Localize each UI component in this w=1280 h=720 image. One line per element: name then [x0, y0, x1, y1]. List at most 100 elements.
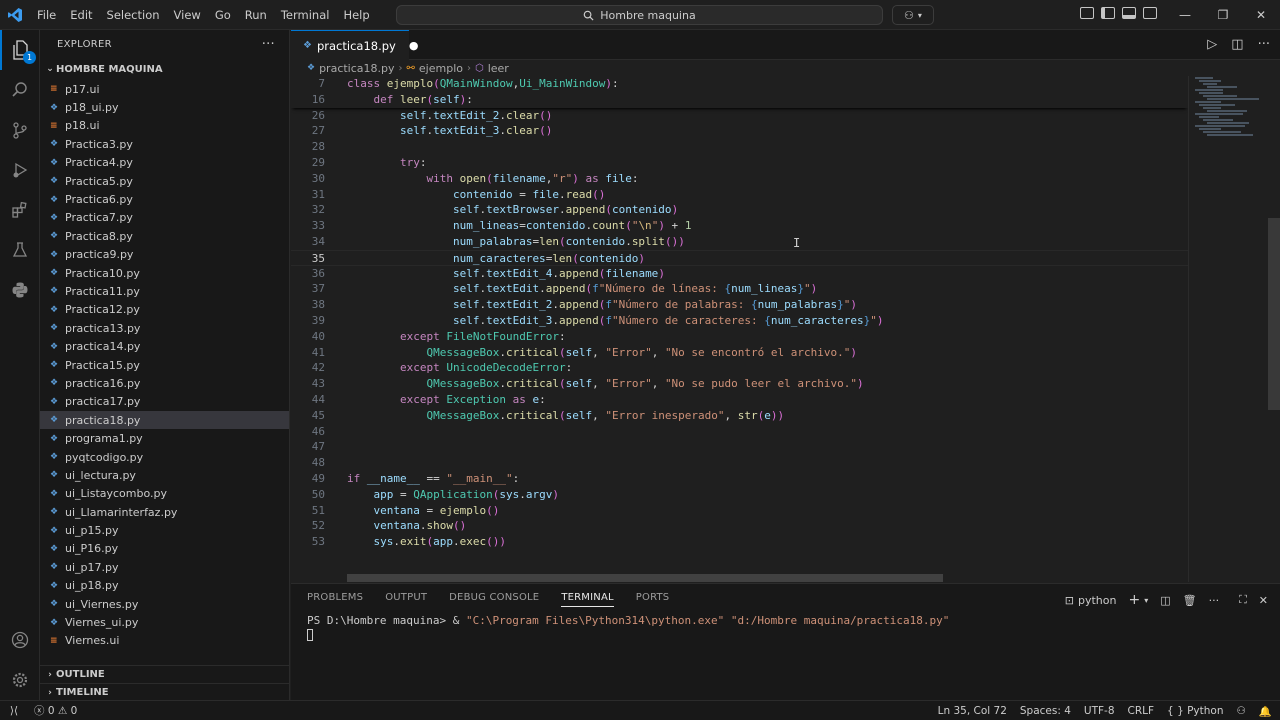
- tab-output[interactable]: OUTPUT: [385, 592, 427, 607]
- cursor-position[interactable]: Ln 35, Col 72: [938, 705, 1007, 717]
- file-item[interactable]: ≡ p18.ui: [40, 117, 289, 135]
- timeline-section[interactable]: › TIMELINE: [40, 683, 289, 701]
- menu-view[interactable]: View: [167, 0, 208, 30]
- file-item[interactable]: ❖ Practica8.py: [40, 227, 289, 245]
- indentation[interactable]: Spaces: 4: [1020, 705, 1071, 717]
- file-item[interactable]: ❖ Practica4.py: [40, 154, 289, 172]
- unsaved-dot-icon[interactable]: ●: [409, 39, 419, 52]
- split-terminal-icon[interactable]: ◫: [1160, 594, 1170, 607]
- run-file-icon[interactable]: ▷: [1207, 37, 1217, 52]
- file-item[interactable]: ❖ ui_Viernes.py: [40, 595, 289, 613]
- file-item[interactable]: ❖ Practica6.py: [40, 190, 289, 208]
- breadcrumb-class[interactable]: ejemplo: [419, 62, 463, 75]
- problems-indicator[interactable]: ⓧ 0 ⚠ 0: [34, 703, 77, 718]
- explorer-icon[interactable]: 1: [0, 30, 40, 70]
- menu-help[interactable]: Help: [336, 0, 376, 30]
- file-item[interactable]: ❖ practica14.py: [40, 337, 289, 355]
- settings-gear-icon[interactable]: [0, 660, 40, 700]
- maximize-panel-icon[interactable]: ⛶: [1239, 593, 1247, 607]
- file-item[interactable]: ❖ practica17.py: [40, 393, 289, 411]
- tab-terminal[interactable]: TERMINAL: [561, 592, 614, 607]
- menu-selection[interactable]: Selection: [100, 0, 167, 30]
- more-actions-icon[interactable]: ···: [262, 37, 275, 52]
- copilot-status-icon[interactable]: ⚇: [1237, 705, 1246, 717]
- command-center-search[interactable]: Hombre maquina: [396, 5, 883, 25]
- end-of-line[interactable]: CRLF: [1128, 705, 1155, 717]
- file-item[interactable]: ❖ ui_Listaycombo.py: [40, 485, 289, 503]
- more-actions-icon[interactable]: ···: [1209, 594, 1220, 607]
- minimize-icon[interactable]: —: [1166, 0, 1204, 30]
- tab-practica18[interactable]: ❖ practica18.py ●: [291, 30, 418, 60]
- terminal-profile[interactable]: python: [1078, 594, 1116, 607]
- file-item[interactable]: ❖ Practica5.py: [40, 172, 289, 190]
- minimap[interactable]: [1188, 76, 1268, 582]
- outline-section[interactable]: › OUTLINE: [40, 665, 289, 683]
- copilot-button[interactable]: ⚇ ▾: [892, 5, 934, 25]
- file-item[interactable]: ❖ practica9.py: [40, 246, 289, 264]
- file-item[interactable]: ❖ Practica3.py: [40, 135, 289, 153]
- source-control-icon[interactable]: [0, 110, 40, 150]
- file-item[interactable]: ❖ ui_Llamarinterfaz.py: [40, 503, 289, 521]
- file-item[interactable]: ❖ ui_p15.py: [40, 521, 289, 539]
- file-item[interactable]: ❖ p18_ui.py: [40, 98, 289, 116]
- file-item-label: Viernes_ui.py: [65, 616, 139, 630]
- breadcrumb-method[interactable]: leer: [488, 62, 509, 75]
- menu-file[interactable]: File: [30, 0, 63, 30]
- file-item[interactable]: ≡ p17.ui: [40, 80, 289, 98]
- accounts-icon[interactable]: [0, 620, 40, 660]
- trash-icon[interactable]: 🗑: [1183, 594, 1197, 607]
- file-item[interactable]: ❖ programa1.py: [40, 429, 289, 447]
- horizontal-scrollbar[interactable]: [347, 574, 943, 582]
- python-icon[interactable]: [0, 270, 40, 310]
- new-terminal-icon[interactable]: +: [1128, 592, 1140, 608]
- tab-problems[interactable]: PROBLEMS: [307, 592, 363, 607]
- menu-run[interactable]: Run: [238, 0, 274, 30]
- file-item[interactable]: ❖ Practica7.py: [40, 209, 289, 227]
- file-item[interactable]: ❖ Practica10.py: [40, 264, 289, 282]
- file-item[interactable]: ❖ Practica12.py: [40, 301, 289, 319]
- remote-indicator-icon[interactable]: ⟩⟨: [0, 701, 28, 720]
- language-mode[interactable]: { } Python: [1167, 705, 1223, 717]
- menu-terminal[interactable]: Terminal: [274, 0, 337, 30]
- explorer-badge: 1: [23, 51, 36, 64]
- panel-tabs: PROBLEMS OUTPUT DEBUG CONSOLE TERMINAL PORTS: [307, 592, 669, 607]
- file-item[interactable]: ❖ ui_lectura.py: [40, 466, 289, 484]
- menu-go[interactable]: Go: [208, 0, 238, 30]
- close-icon[interactable]: ✕: [1242, 0, 1280, 30]
- menu-edit[interactable]: Edit: [63, 0, 99, 30]
- toggle-panel-icon[interactable]: [1122, 7, 1136, 19]
- maximize-icon[interactable]: ❐: [1204, 0, 1242, 30]
- file-item[interactable]: ❖ Viernes_ui.py: [40, 613, 289, 631]
- file-item[interactable]: ❖ Practica15.py: [40, 356, 289, 374]
- search-icon[interactable]: [0, 70, 40, 110]
- close-icon[interactable]: ✕: [1259, 594, 1268, 607]
- file-item[interactable]: ❖ practica13.py: [40, 319, 289, 337]
- testing-icon[interactable]: [0, 230, 40, 270]
- file-item[interactable]: ❖ practica18.py: [40, 411, 289, 430]
- file-item[interactable]: ≡ Viernes.ui: [40, 632, 289, 650]
- split-editor-icon[interactable]: ◫: [1231, 37, 1243, 52]
- breadcrumb-file[interactable]: practica18.py: [319, 62, 394, 75]
- workspace-folder[interactable]: ⌄ HOMBRE MAQUINA: [40, 58, 289, 80]
- chevron-down-icon[interactable]: ▾: [1144, 596, 1148, 605]
- vertical-scrollbar[interactable]: [1268, 218, 1280, 410]
- terminal-output[interactable]: PS D:\Hombre maquina> & "C:\Program File…: [307, 614, 949, 641]
- tab-debug-console[interactable]: DEBUG CONSOLE: [449, 592, 539, 607]
- run-debug-icon[interactable]: [0, 150, 40, 190]
- encoding[interactable]: UTF-8: [1084, 705, 1115, 717]
- file-item[interactable]: ❖ ui_p17.py: [40, 558, 289, 576]
- file-item[interactable]: ❖ pyqtcodigo.py: [40, 448, 289, 466]
- file-item[interactable]: ❖ ui_P16.py: [40, 540, 289, 558]
- file-item[interactable]: ❖ ui_p18.py: [40, 577, 289, 595]
- outline-label: OUTLINE: [56, 669, 105, 680]
- tab-ports[interactable]: PORTS: [636, 592, 670, 607]
- toggle-primary-sidebar-icon[interactable]: [1101, 7, 1115, 19]
- customize-layout-icon[interactable]: [1080, 7, 1094, 19]
- file-item[interactable]: ❖ Practica11.py: [40, 282, 289, 300]
- toggle-secondary-sidebar-icon[interactable]: [1143, 7, 1157, 19]
- code-editor[interactable]: 7 class ejemplo(QMainWindow,Ui_MainWindow…: [291, 76, 1188, 582]
- extensions-icon[interactable]: [0, 190, 40, 230]
- file-item[interactable]: ❖ practica16.py: [40, 374, 289, 392]
- more-actions-icon[interactable]: ···: [1258, 37, 1270, 52]
- notifications-bell-icon[interactable]: 🔔: [1259, 705, 1272, 718]
